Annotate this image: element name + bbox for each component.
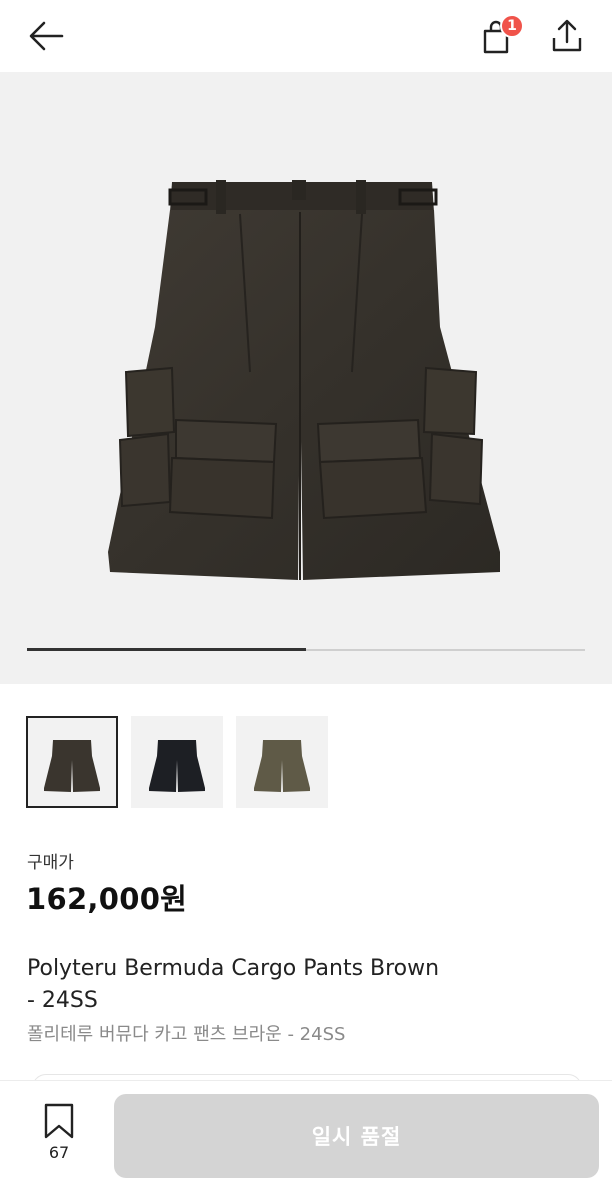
share-icon [552, 19, 582, 52]
share-button[interactable] [543, 12, 591, 60]
product-title-en: Polyteru Bermuda Cargo Pants Brown - 24S… [27, 953, 547, 1017]
color-variant-thumbnails [26, 716, 328, 808]
thumbnail-brown[interactable] [26, 716, 118, 808]
thumbnail-black[interactable] [131, 716, 223, 808]
thumbnail-khaki[interactable] [236, 716, 328, 808]
shorts-thumbnail-image [149, 740, 205, 792]
bookmark-icon [44, 1103, 74, 1139]
product-image [108, 180, 500, 580]
price-value: 162,000원 [26, 882, 188, 916]
shorts-thumbnail-image [254, 740, 310, 792]
price-label: 구매가 [27, 853, 74, 873]
carousel-progress-fill [27, 648, 306, 651]
arrow-left-icon [29, 21, 64, 51]
product-title-ko: 폴리테루 버뮤다 카고 팬츠 브라운 - 24SS [27, 1024, 346, 1045]
product-title-en-line2: - 24SS [27, 988, 98, 1013]
back-button[interactable] [22, 14, 70, 58]
product-image-carousel[interactable] [0, 72, 612, 684]
bottom-action-bar: 67 일시 품절 [0, 1080, 612, 1200]
cart-button[interactable]: 1 [472, 12, 524, 60]
product-title-en-line1: Polyteru Bermuda Cargo Pants Brown [27, 956, 440, 981]
sold-out-button[interactable]: 일시 품절 [114, 1094, 599, 1178]
shorts-thumbnail-image [44, 740, 100, 792]
carousel-progress [27, 648, 585, 651]
wishlist-button[interactable]: 67 [28, 1103, 90, 1167]
top-app-bar: 1 [0, 0, 612, 72]
wishlist-count: 67 [48, 1143, 70, 1162]
cart-count-badge: 1 [500, 14, 524, 38]
